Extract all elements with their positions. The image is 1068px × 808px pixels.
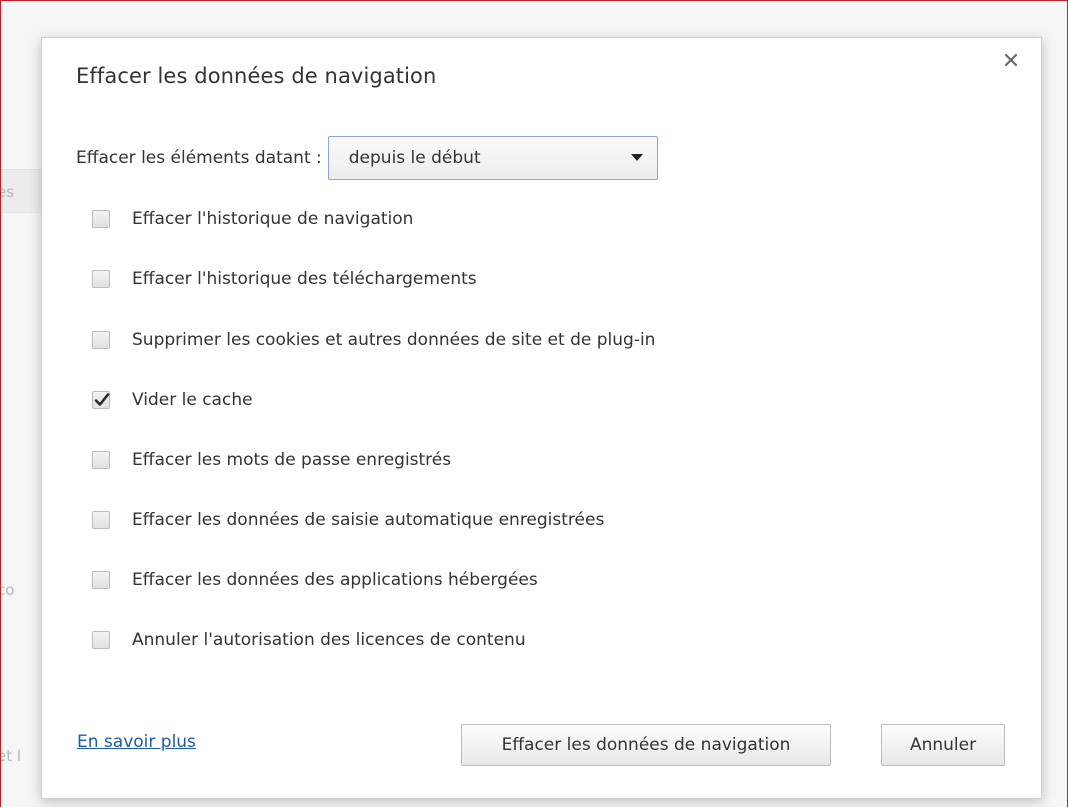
cancel-button[interactable]: Annuler: [881, 724, 1005, 766]
option-label: Effacer les mots de passe enregistrés: [132, 450, 452, 470]
option-label: Effacer les données de saisie automatiqu…: [132, 510, 605, 530]
option-label: Effacer les données des applications héb…: [132, 570, 538, 590]
background-text: co: [1, 581, 15, 599]
option-label: Vider le cache: [132, 390, 253, 410]
time-range-row: Effacer les éléments datant : depuis le …: [76, 136, 658, 180]
option-label: Effacer l'historique de navigation: [132, 209, 414, 229]
chevron-down-icon: [630, 154, 643, 161]
option-cache[interactable]: Vider le cache: [92, 385, 253, 415]
option-label: Supprimer les cookies et autres données …: [132, 330, 656, 350]
time-range-label: Effacer les éléments datant :: [76, 148, 322, 168]
background-text: et l: [1, 747, 22, 765]
option-autofill[interactable]: Effacer les données de saisie automatiqu…: [92, 505, 604, 535]
option-browsing-history[interactable]: Effacer l'historique de navigation: [92, 204, 413, 234]
checkbox-checked[interactable]: [92, 391, 110, 409]
checkbox[interactable]: [92, 270, 110, 288]
checkbox[interactable]: [92, 631, 110, 649]
checkbox[interactable]: [92, 331, 110, 349]
option-hosted-apps[interactable]: Effacer les données des applications héb…: [92, 565, 538, 595]
close-icon[interactable]: [999, 48, 1023, 72]
option-cookies[interactable]: Supprimer les cookies et autres données …: [92, 325, 655, 355]
clear-browsing-data-dialog: Effacer les données de navigation Efface…: [41, 37, 1042, 799]
option-label: Effacer l'historique des téléchargements: [132, 269, 477, 289]
checkmark-icon: [94, 393, 110, 406]
clear-data-button[interactable]: Effacer les données de navigation: [461, 724, 831, 766]
option-passwords[interactable]: Effacer les mots de passe enregistrés: [92, 445, 451, 475]
browser-frame: es co et l Effacer les données de naviga…: [0, 0, 1068, 807]
learn-more-link[interactable]: En savoir plus: [77, 732, 196, 752]
option-content-licenses[interactable]: Annuler l'autorisation des licences de c…: [92, 625, 526, 655]
time-range-value: depuis le début: [348, 148, 481, 168]
background-text: es: [1, 183, 15, 201]
checkbox[interactable]: [92, 511, 110, 529]
option-label: Annuler l'autorisation des licences de c…: [132, 630, 526, 650]
checkbox[interactable]: [92, 210, 110, 228]
checkbox[interactable]: [92, 571, 110, 589]
time-range-select[interactable]: depuis le début: [327, 136, 658, 180]
option-download-history[interactable]: Effacer l'historique des téléchargements: [92, 264, 477, 294]
checkbox[interactable]: [92, 451, 110, 469]
dialog-title: Effacer les données de navigation: [76, 64, 437, 88]
